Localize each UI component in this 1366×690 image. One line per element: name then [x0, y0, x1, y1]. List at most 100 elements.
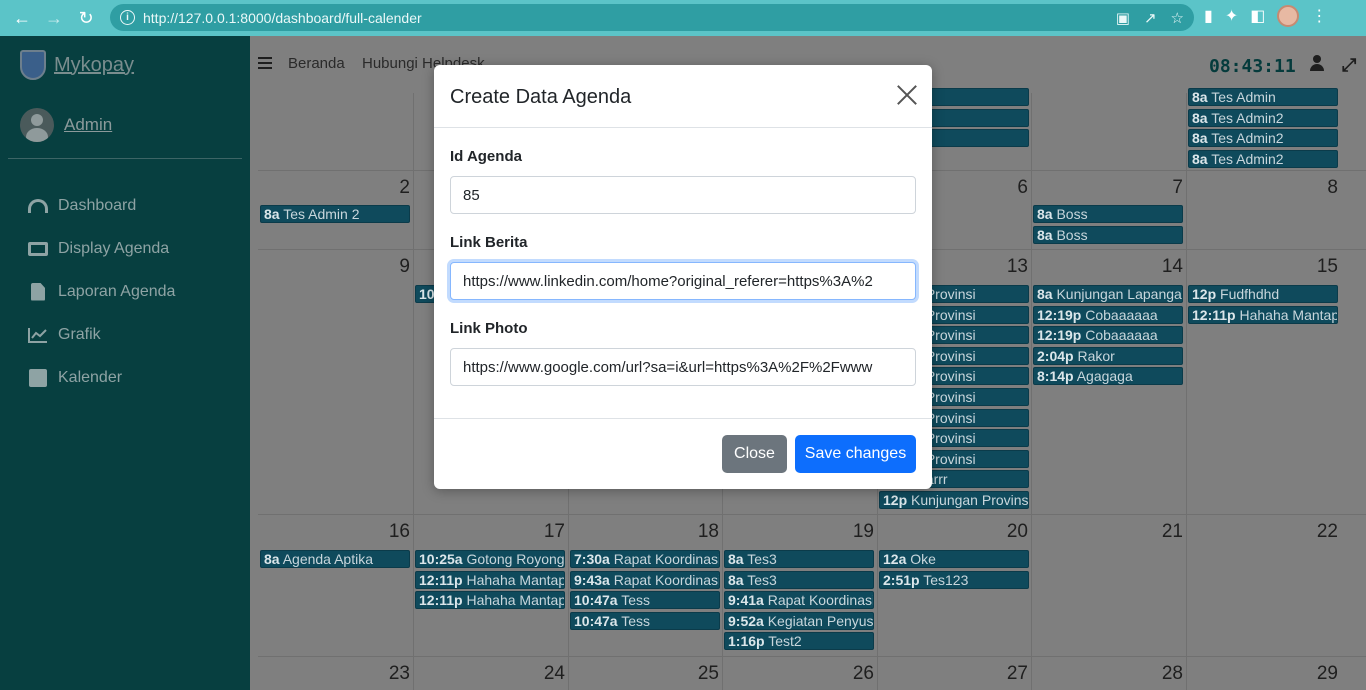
- calendar-event[interactable]: 12:19p Cobaaaaaa: [1033, 305, 1183, 324]
- calendar-event[interactable]: 12p Fudfhdhd: [1188, 285, 1338, 303]
- extension-app-icon[interactable]: ▮: [1204, 6, 1213, 26]
- event-time: 1:16p: [728, 633, 765, 650]
- day-number[interactable]: 20: [998, 521, 1028, 543]
- puzzle-icon[interactable]: ✦: [1225, 6, 1238, 26]
- id-agenda-input[interactable]: [450, 176, 916, 214]
- sidebar-item-label: Kalender: [58, 368, 123, 386]
- back-button[interactable]: ←: [8, 4, 36, 32]
- calendar-event[interactable]: 10:25a Gotong Royong: [415, 550, 565, 568]
- calendar-event[interactable]: 9:52a Kegiatan Penyusu: [724, 611, 874, 630]
- day-number[interactable]: 16: [380, 521, 410, 543]
- day-number[interactable]: 15: [1308, 256, 1338, 278]
- day-number[interactable]: 23: [380, 663, 410, 685]
- close-button[interactable]: Close: [722, 435, 787, 473]
- day-number[interactable]: 25: [689, 663, 719, 685]
- bookmark-star-icon[interactable]: ☆: [1171, 9, 1184, 27]
- day-number[interactable]: 6: [998, 177, 1028, 199]
- user-icon[interactable]: [1310, 55, 1324, 71]
- link-berita-input[interactable]: [450, 262, 916, 300]
- calendar-event[interactable]: 8a Kunjungan Lapangan: [1033, 285, 1183, 303]
- sidebar-item-laporan-agenda[interactable]: Laporan Agenda: [28, 270, 175, 313]
- day-number[interactable]: 2: [380, 177, 410, 199]
- event-time: 12:11p: [419, 571, 463, 588]
- calendar-event[interactable]: 9:43a Rapat Koordinasi: [570, 570, 720, 589]
- calendar-event[interactable]: 8a Agenda Aptika: [260, 550, 410, 568]
- event-title: Rapat Koordinasi: [613, 571, 720, 588]
- reload-button[interactable]: ↻: [72, 4, 100, 32]
- day-number[interactable]: 21: [1153, 521, 1183, 543]
- user-name[interactable]: Admin: [64, 115, 112, 135]
- day-number[interactable]: 24: [535, 663, 565, 685]
- calendar-event[interactable]: 8a Boss: [1033, 205, 1183, 223]
- sidebar-item-kalender[interactable]: Kalender: [28, 356, 175, 399]
- day-number[interactable]: 14: [1153, 256, 1183, 278]
- event-title: Tes Admin2: [1211, 150, 1284, 167]
- calendar-event[interactable]: 8a Tes Admin2: [1188, 149, 1338, 168]
- day-number[interactable]: 27: [998, 663, 1028, 685]
- calendar-event[interactable]: 12p Kunjungan Provinsi: [879, 491, 1029, 509]
- calendar-event[interactable]: 8a Tes3: [724, 570, 874, 589]
- info-icon[interactable]: i: [120, 10, 135, 25]
- more-menu-icon[interactable]: ⋮: [1311, 6, 1327, 26]
- day-number[interactable]: 17: [535, 521, 565, 543]
- calendar-event[interactable]: 2:04p Rakor: [1033, 346, 1183, 365]
- event-time: 2:04p: [1037, 347, 1074, 364]
- calendar-event[interactable]: 12:11p Hahaha Mantap: [415, 570, 565, 589]
- save-changes-button[interactable]: Save changes: [795, 435, 916, 473]
- day-number[interactable]: 28: [1153, 663, 1183, 685]
- event-time: 8a: [1037, 226, 1053, 243]
- calendar-event[interactable]: 7:30a Rapat Koordinasi I: [570, 550, 720, 568]
- event-title: Boss: [1056, 226, 1088, 243]
- calendar-event[interactable]: 9:41a Rapat Koordinasi I: [724, 591, 874, 610]
- event-time: 10:47a: [574, 592, 618, 609]
- profile-avatar[interactable]: [1277, 5, 1300, 27]
- chart-line-icon: [28, 326, 48, 344]
- calendar-event[interactable]: 8a Tes3: [724, 550, 874, 568]
- day-number[interactable]: 8: [1308, 177, 1338, 199]
- day-number[interactable]: 13: [998, 256, 1028, 278]
- calendar-event[interactable]: 12:11p Hahaha Mantap: [415, 591, 565, 610]
- calendar-event[interactable]: 8a Boss: [1033, 225, 1183, 244]
- close-icon[interactable]: [896, 84, 918, 106]
- user-panel[interactable]: Admin: [20, 108, 112, 142]
- sidebar-item-dashboard[interactable]: Dashboard: [28, 184, 175, 227]
- day-number[interactable]: 26: [844, 663, 874, 685]
- day-number[interactable]: 19: [844, 521, 874, 543]
- day-number[interactable]: 7: [1153, 177, 1183, 199]
- calendar-event[interactable]: 10:47a Tess: [570, 611, 720, 630]
- day-number[interactable]: 22: [1308, 521, 1338, 543]
- event-time: 8a: [1192, 109, 1208, 126]
- calendar-event[interactable]: 12:11p Hahaha Mantap: [1188, 305, 1338, 324]
- calendar-event[interactable]: 1:16p Test2: [724, 632, 874, 651]
- side-panel-icon[interactable]: ◧: [1250, 6, 1265, 26]
- calendar-event[interactable]: 8a Tes Admin: [1188, 88, 1338, 106]
- calendar-event[interactable]: 12a Oke: [879, 550, 1029, 568]
- calendar-event[interactable]: 2:51p Tes123: [879, 570, 1029, 589]
- fullscreen-icon[interactable]: ⤢: [1342, 55, 1356, 76]
- reload-icon: ↻: [78, 7, 94, 28]
- calendar-event[interactable]: 8a Tes Admin2: [1188, 129, 1338, 148]
- day-number[interactable]: 29: [1308, 663, 1338, 685]
- calendar-event[interactable]: 10:47a Tess: [570, 591, 720, 610]
- sidebar-item-display-agenda[interactable]: Display Agenda: [28, 227, 175, 270]
- brand-name[interactable]: Mykopay: [54, 54, 134, 77]
- day-number[interactable]: 9: [380, 256, 410, 278]
- calendar-event[interactable]: 8a Tes Admin 2: [260, 205, 410, 223]
- event-time: 12p: [1192, 286, 1217, 302]
- calendar-event[interactable]: 12:19p Cobaaaaaa: [1033, 326, 1183, 345]
- calendar-event[interactable]: 8:14p Agagaga: [1033, 367, 1183, 386]
- sidebar-item-grafik[interactable]: Grafik: [28, 313, 175, 356]
- calendar-event[interactable]: 8a Tes Admin2: [1188, 108, 1338, 127]
- event-time: 12:19p: [1037, 306, 1082, 323]
- day-number[interactable]: 18: [689, 521, 719, 543]
- link-photo-input[interactable]: [450, 348, 916, 386]
- translate-icon[interactable]: ▣: [1116, 9, 1130, 27]
- forward-button[interactable]: →: [40, 4, 68, 32]
- brand[interactable]: Mykopay: [20, 50, 134, 80]
- calendar-column-line: [1031, 93, 1032, 690]
- event-time: 8:14p: [1037, 368, 1074, 385]
- nav-link-beranda[interactable]: Beranda: [288, 55, 345, 72]
- share-icon[interactable]: ↗: [1144, 9, 1157, 27]
- address-bar[interactable]: i http://127.0.0.1:8000/dashboard/full-c…: [110, 4, 1194, 31]
- hamburger-menu-icon[interactable]: [258, 57, 272, 69]
